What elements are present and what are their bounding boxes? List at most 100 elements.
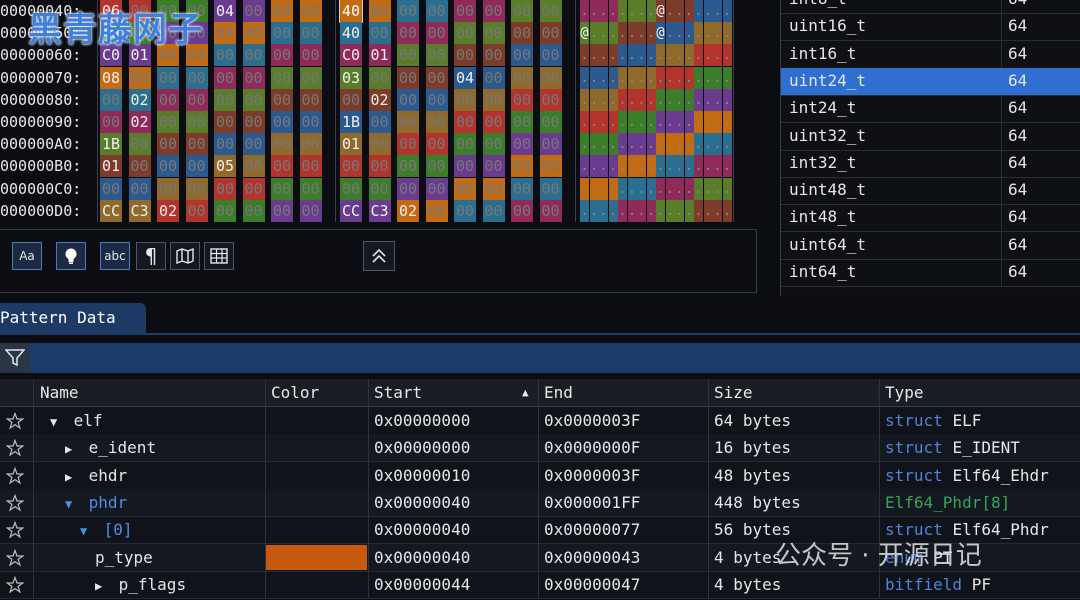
pattern-row[interactable]: ▼ elf 0x00000000 0x0000003F 64 bytes struct … bbox=[0, 407, 1080, 435]
ascii-char[interactable]: . bbox=[713, 133, 722, 156]
hex-byte[interactable]: 00 bbox=[454, 44, 476, 67]
ascii-char[interactable]: . bbox=[675, 66, 684, 89]
hex-byte[interactable]: 00 bbox=[271, 44, 293, 67]
ascii-char[interactable]: . bbox=[656, 155, 665, 178]
ascii-char[interactable]: . bbox=[665, 66, 675, 89]
ascii-char[interactable]: . bbox=[722, 0, 732, 22]
hex-byte[interactable]: 00 bbox=[299, 66, 322, 89]
hex-byte[interactable]: 00 bbox=[157, 66, 179, 89]
ascii-char[interactable]: . bbox=[684, 199, 694, 222]
ascii-char[interactable]: . bbox=[675, 177, 684, 200]
tab-pattern-data[interactable]: Pattern Data bbox=[0, 303, 146, 333]
hex-byte[interactable]: 00 bbox=[340, 155, 362, 178]
ascii-char[interactable]: . bbox=[627, 22, 637, 45]
ascii-char[interactable]: . bbox=[589, 88, 599, 111]
hex-byte[interactable]: 00 bbox=[299, 88, 322, 111]
hex-byte[interactable]: 00 bbox=[425, 22, 448, 45]
hex-byte[interactable]: 00 bbox=[539, 66, 562, 89]
ascii-char[interactable]: . bbox=[713, 88, 722, 111]
ascii-char[interactable]: . bbox=[694, 155, 703, 178]
ascii-char[interactable]: . bbox=[637, 177, 646, 200]
hex-byte[interactable]: 00 bbox=[482, 22, 505, 45]
hex-byte[interactable]: 00 bbox=[185, 111, 208, 133]
hex-byte[interactable]: 00 bbox=[214, 88, 236, 111]
hex-byte[interactable]: 00 bbox=[454, 22, 476, 45]
ascii-char[interactable]: . bbox=[589, 22, 599, 45]
hex-byte[interactable]: 00 bbox=[214, 66, 236, 89]
ascii-char[interactable]: . bbox=[713, 22, 722, 45]
hex-byte[interactable]: 00 bbox=[340, 88, 362, 111]
ascii-char[interactable]: . bbox=[627, 44, 637, 67]
column-header-color[interactable]: Color bbox=[271, 379, 319, 406]
hex-byte[interactable]: 08 bbox=[100, 66, 122, 89]
hex-byte[interactable]: 00 bbox=[397, 133, 419, 156]
hex-byte[interactable]: 00 bbox=[157, 133, 179, 156]
hex-byte[interactable]: 00 bbox=[539, 88, 562, 111]
ascii-char[interactable]: . bbox=[703, 133, 713, 156]
ascii-char[interactable]: . bbox=[713, 155, 722, 178]
ascii-char[interactable]: . bbox=[599, 199, 608, 222]
ascii-char[interactable]: . bbox=[694, 177, 703, 200]
hex-byte[interactable]: 00 bbox=[299, 44, 322, 67]
ascii-char[interactable]: . bbox=[665, 22, 675, 45]
hex-byte[interactable]: 01 bbox=[368, 44, 391, 67]
ascii-char[interactable]: . bbox=[713, 177, 722, 200]
expand-right-icon[interactable]: ▶ bbox=[65, 436, 79, 463]
ascii-char[interactable]: . bbox=[618, 66, 627, 89]
hex-byte[interactable]: 00 bbox=[511, 0, 533, 22]
ascii-char[interactable]: . bbox=[694, 44, 703, 67]
ascii-char[interactable]: . bbox=[589, 199, 599, 222]
hex-byte[interactable]: 00 bbox=[425, 155, 448, 178]
column-header-end[interactable]: End bbox=[544, 379, 573, 406]
ascii-char[interactable]: . bbox=[580, 199, 589, 222]
hex-byte[interactable]: 00 bbox=[242, 88, 265, 111]
hex-byte[interactable]: 00 bbox=[299, 199, 322, 222]
ascii-char[interactable]: . bbox=[665, 133, 675, 156]
ascii-char[interactable]: . bbox=[722, 88, 732, 111]
ascii-char[interactable]: . bbox=[684, 177, 694, 200]
ascii-char[interactable]: . bbox=[703, 199, 713, 222]
hex-byte[interactable]: 00 bbox=[539, 133, 562, 156]
ascii-char[interactable]: . bbox=[675, 155, 684, 178]
pattern-row[interactable]: ▼ phdr 0x00000040 0x000001FF 448 bytes Elf64… bbox=[0, 488, 1080, 517]
ascii-char[interactable]: . bbox=[608, 0, 618, 22]
hex-byte[interactable]: 00 bbox=[185, 155, 208, 178]
ascii-char[interactable]: . bbox=[684, 111, 694, 133]
ascii-char[interactable]: . bbox=[713, 199, 722, 222]
ascii-char[interactable]: . bbox=[656, 66, 665, 89]
hex-byte[interactable]: 04 bbox=[454, 66, 476, 89]
ascii-char[interactable]: . bbox=[637, 88, 646, 111]
ascii-char[interactable]: . bbox=[637, 44, 646, 67]
hex-byte[interactable]: 00 bbox=[242, 66, 265, 89]
ascii-char[interactable]: . bbox=[665, 155, 675, 178]
hex-byte[interactable]: 00 bbox=[242, 111, 265, 133]
ascii-char[interactable]: . bbox=[646, 44, 656, 67]
expand-right-icon[interactable]: ▶ bbox=[65, 464, 79, 491]
ascii-char[interactable]: . bbox=[618, 88, 627, 111]
hex-byte[interactable]: 00 bbox=[157, 155, 179, 178]
ascii-char[interactable]: . bbox=[589, 155, 599, 178]
hex-byte[interactable]: 00 bbox=[454, 111, 476, 133]
ascii-char[interactable]: . bbox=[703, 66, 713, 89]
column-header-type[interactable]: Type bbox=[885, 379, 924, 406]
hex-byte[interactable]: 00 bbox=[425, 88, 448, 111]
hex-byte[interactable]: 00 bbox=[397, 88, 419, 111]
ascii-char[interactable]: . bbox=[608, 155, 618, 178]
ascii-char[interactable]: . bbox=[684, 133, 694, 156]
hex-byte[interactable]: 00 bbox=[299, 0, 322, 22]
ascii-char[interactable]: . bbox=[608, 88, 618, 111]
table-grid-icon[interactable] bbox=[204, 242, 234, 270]
hex-byte[interactable]: 00 bbox=[397, 44, 419, 67]
hex-byte[interactable]: 00 bbox=[425, 177, 448, 200]
ascii-char[interactable]: . bbox=[646, 111, 656, 133]
ascii-char[interactable]: . bbox=[703, 22, 713, 45]
hex-byte[interactable]: 00 bbox=[425, 66, 448, 89]
ascii-char[interactable]: @ bbox=[656, 22, 665, 45]
ascii-char[interactable]: . bbox=[599, 177, 608, 200]
ascii-char[interactable]: . bbox=[589, 0, 599, 22]
ascii-char[interactable]: . bbox=[580, 177, 589, 200]
ascii-char[interactable]: . bbox=[656, 44, 665, 67]
hex-byte[interactable]: 00 bbox=[299, 22, 322, 45]
ascii-char[interactable]: . bbox=[694, 133, 703, 156]
hex-byte[interactable]: 1B bbox=[100, 133, 122, 156]
